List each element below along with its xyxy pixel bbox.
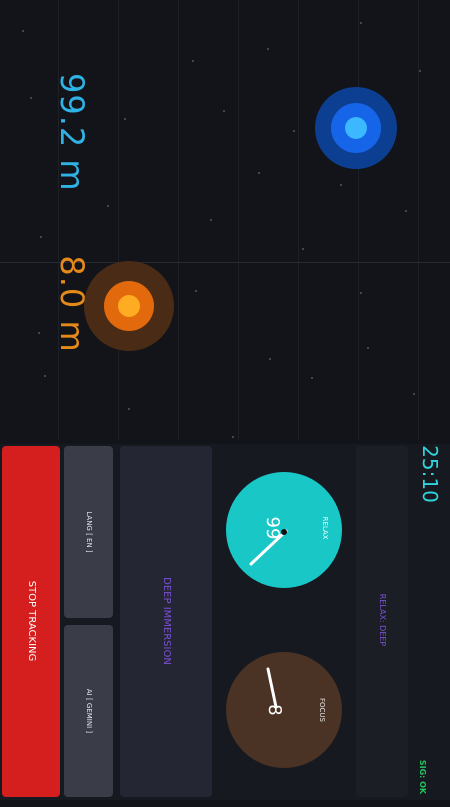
relax-gauge: 99 RELAX	[226, 472, 342, 588]
deep-immersion-label: DEEP IMMERSION	[161, 577, 172, 665]
ai-model-label: AI [ GEMINI ]	[85, 688, 93, 734]
orange-target-marker[interactable]	[84, 261, 174, 351]
language-label: LANG [ EN ]	[85, 511, 93, 553]
session-timer: 25:10	[418, 445, 442, 503]
grid-line	[298, 0, 299, 440]
signal-status: SIG: OK	[418, 759, 427, 795]
mode-panel: RELAX: DEEP	[356, 446, 408, 797]
focus-gauge: 8 FOCUS	[226, 652, 342, 768]
ai-model-button[interactable]: AI [ GEMINI ]	[64, 625, 113, 797]
grid-line	[358, 0, 359, 440]
deep-immersion-button[interactable]: DEEP IMMERSION	[120, 446, 212, 797]
grid-line	[58, 0, 59, 440]
grid-line	[118, 0, 119, 440]
grid-line	[238, 0, 239, 440]
blue-target-distance: 99.2 m	[53, 73, 91, 192]
relax-gauge-label: RELAX	[321, 516, 329, 540]
language-button[interactable]: LANG [ EN ]	[64, 446, 113, 618]
stop-tracking-button[interactable]: STOP TRACKING	[2, 446, 60, 797]
focus-gauge-label: FOCUS	[318, 698, 326, 722]
focus-gauge-value: 8	[264, 704, 285, 716]
grid-line	[178, 0, 179, 440]
blue-target-marker[interactable]	[315, 87, 397, 169]
mode-label: RELAX: DEEP	[378, 593, 387, 647]
grid-line	[418, 0, 419, 440]
relax-gauge-value: 99	[262, 516, 283, 540]
stop-tracking-label: STOP TRACKING	[26, 580, 37, 662]
map-background	[0, 0, 450, 440]
